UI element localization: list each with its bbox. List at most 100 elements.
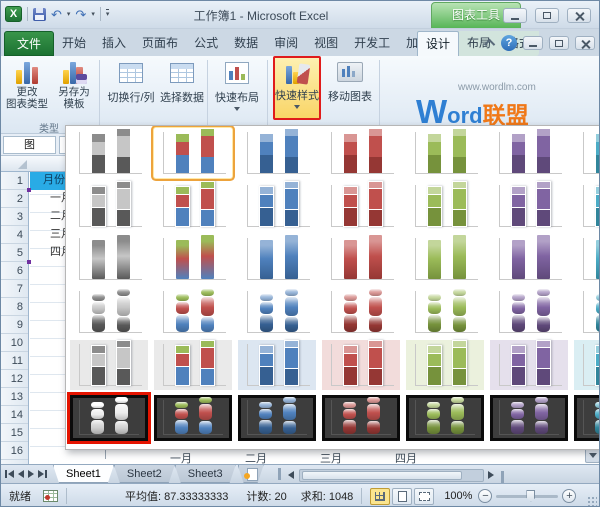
row-header[interactable]: 1: [1, 172, 28, 190]
chart-style-thumbnail-outlined-blue[interactable]: [238, 181, 316, 231]
tab-data[interactable]: 数据: [226, 31, 266, 56]
row-header[interactable]: 13: [1, 388, 28, 406]
chart-style-thumbnail-tinted-green[interactable]: [406, 340, 484, 390]
tab-page-layout[interactable]: 页面布: [134, 31, 186, 56]
chart-style-thumbnail-dark-multicolor[interactable]: [154, 395, 232, 441]
chart-style-thumbnail-gradient-aqua[interactable]: [574, 234, 600, 284]
resize-grip-icon[interactable]: [587, 496, 597, 506]
save-as-template-button[interactable]: 另存为 模板: [51, 57, 97, 119]
name-box[interactable]: 图: [3, 136, 56, 154]
chart-style-thumbnail-gradient-multicolor[interactable]: [154, 234, 232, 284]
chart-style-thumbnail-flat-green[interactable]: [406, 128, 484, 178]
chart-style-thumbnail-dark-aqua[interactable]: [574, 395, 600, 441]
zoom-slider-thumb[interactable]: [526, 490, 535, 502]
chart-style-thumbnail-outlined-multicolor[interactable]: [154, 181, 232, 231]
sheet-tab-sheet2[interactable]: Sheet2: [114, 465, 175, 483]
select-data-button[interactable]: 选择数据: [157, 57, 207, 105]
record-macro-icon[interactable]: [43, 490, 58, 502]
restore-button[interactable]: [535, 8, 559, 23]
next-sheet-button[interactable]: [28, 470, 34, 478]
chart-style-thumbnail-cylinder-green[interactable]: [406, 287, 484, 337]
chart-style-thumbnail-cylinder-red[interactable]: [322, 287, 400, 337]
insert-worksheet-button[interactable]: [238, 465, 264, 483]
hscroll-track[interactable]: [299, 469, 484, 482]
help-icon[interactable]: ?: [501, 35, 517, 51]
quick-layout-button[interactable]: 快速布局: [211, 57, 263, 111]
chart-style-thumbnail-tinted-purple[interactable]: [490, 340, 568, 390]
chart-style-thumbnail-outlined-red[interactable]: [322, 181, 400, 231]
tab-view[interactable]: 视图: [306, 31, 346, 56]
tab-home[interactable]: 开始: [54, 31, 94, 56]
chart-style-thumbnail-dark-blue[interactable]: [238, 395, 316, 441]
chart-style-thumbnail-gradient-grayscale[interactable]: [70, 234, 148, 284]
row-header[interactable]: 4: [1, 226, 28, 244]
zoom-out-button[interactable]: −: [478, 489, 492, 503]
range-handle[interactable]: [27, 260, 31, 264]
doc-minimize-button[interactable]: [523, 36, 543, 50]
tab-split-handle[interactable]: [278, 468, 281, 480]
chart-style-thumbnail-cylinder-grayscale[interactable]: [70, 287, 148, 337]
tab-review[interactable]: 审阅: [266, 31, 306, 56]
chart-style-thumbnail-tinted-aqua[interactable]: [574, 340, 600, 390]
tab-insert[interactable]: 插入: [94, 31, 134, 56]
chart-style-thumbnail-cylinder-aqua[interactable]: [574, 287, 600, 337]
chart-style-thumbnail-flat-multicolor[interactable]: [154, 128, 232, 178]
tab-design[interactable]: 设计: [417, 31, 459, 56]
chart-style-thumbnail-dark-grayscale[interactable]: [70, 395, 148, 441]
hscroll-thumb[interactable]: [302, 471, 462, 480]
redo-icon[interactable]: ↷: [75, 8, 86, 21]
undo-dropdown-icon[interactable]: ▾: [67, 10, 71, 18]
quick-styles-button[interactable]: 快速样式: [273, 57, 321, 109]
chart-style-thumbnail-dark-red[interactable]: [322, 395, 400, 441]
sheet-tab-sheet3[interactable]: Sheet3: [175, 465, 236, 483]
undo-icon[interactable]: ↶: [51, 8, 62, 21]
tab-developer[interactable]: 开发工: [346, 31, 398, 56]
normal-view-button[interactable]: [370, 488, 390, 505]
row-header[interactable]: 15: [1, 424, 28, 442]
row-header[interactable]: 9: [1, 316, 28, 334]
change-chart-type-button[interactable]: 更改 图表类型: [4, 57, 50, 119]
page-break-view-button[interactable]: [414, 488, 434, 505]
chart-style-thumbnail-cylinder-purple[interactable]: [490, 287, 568, 337]
row-header[interactable]: 7: [1, 280, 28, 298]
excel-logo-icon[interactable]: X: [5, 6, 22, 22]
customize-qat-icon[interactable]: ▾: [106, 9, 110, 19]
chart-style-thumbnail-outlined-grayscale[interactable]: [70, 181, 148, 231]
sheet-tab-sheet1[interactable]: Sheet1: [53, 465, 114, 483]
range-handle[interactable]: [27, 188, 31, 192]
row-header[interactable]: 8: [1, 298, 28, 316]
zoom-slider-track[interactable]: [496, 495, 558, 498]
chart-style-thumbnail-cylinder-multicolor[interactable]: [154, 287, 232, 337]
doc-restore-button[interactable]: [549, 36, 569, 50]
switch-row-column-button[interactable]: 切换行/列: [105, 57, 157, 105]
redo-dropdown-icon[interactable]: ▾: [91, 10, 95, 18]
row-header[interactable]: 10: [1, 334, 28, 352]
chart-style-thumbnail-flat-purple[interactable]: [490, 128, 568, 178]
select-all-icon[interactable]: [18, 160, 27, 169]
chart-style-thumbnail-outlined-green[interactable]: [406, 181, 484, 231]
chart-style-thumbnail-gradient-green[interactable]: [406, 234, 484, 284]
chart-style-thumbnail-tinted-blue[interactable]: [238, 340, 316, 390]
tab-file[interactable]: 文件: [4, 31, 54, 56]
chart-style-thumbnail-flat-blue[interactable]: [238, 128, 316, 178]
chart-style-thumbnail-tinted-multicolor[interactable]: [154, 340, 232, 390]
scroll-split-handle[interactable]: [501, 471, 504, 483]
page-layout-view-button[interactable]: [392, 488, 412, 505]
horizontal-scrollbar[interactable]: [284, 467, 507, 483]
chart-style-thumbnail-dark-green[interactable]: [406, 395, 484, 441]
chart-style-thumbnail-gradient-blue[interactable]: [238, 234, 316, 284]
row-header[interactable]: 3: [1, 208, 28, 226]
zoom-in-button[interactable]: +: [562, 489, 576, 503]
row-header[interactable]: 2: [1, 190, 28, 208]
chart-style-thumbnail-cylinder-blue[interactable]: [238, 287, 316, 337]
close-button[interactable]: [567, 8, 591, 23]
chart-style-thumbnail-flat-red[interactable]: [322, 128, 400, 178]
chart-style-thumbnail-tinted-red[interactable]: [322, 340, 400, 390]
minimize-button[interactable]: [503, 8, 527, 23]
prev-sheet-button[interactable]: [18, 470, 24, 478]
chart-style-thumbnail-tinted-grayscale[interactable]: [70, 340, 148, 390]
first-sheet-button[interactable]: [5, 470, 14, 478]
tab-formulas[interactable]: 公式: [186, 31, 226, 56]
row-header[interactable]: 5: [1, 244, 28, 262]
save-icon[interactable]: [33, 8, 46, 21]
